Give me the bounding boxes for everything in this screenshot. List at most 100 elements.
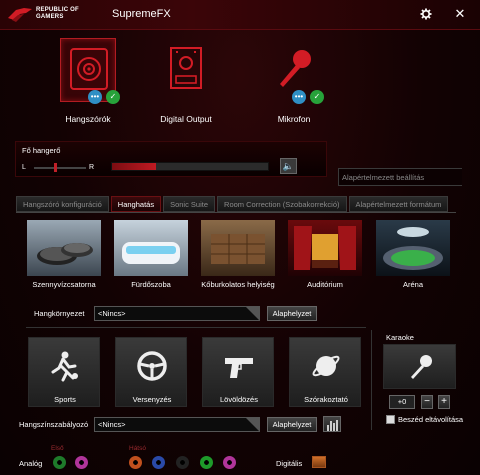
karaoke-value[interactable]: +0 <box>389 395 415 409</box>
divider <box>26 327 366 328</box>
default-device-label: Alapértelmezett beállítás <box>342 173 425 182</box>
env-label: Auditórium <box>307 280 343 289</box>
env-arena[interactable]: Aréna <box>376 220 450 292</box>
auditorium-icon <box>288 220 362 276</box>
chevron-down-icon <box>245 306 260 321</box>
equalizer-icon <box>327 420 338 431</box>
master-volume-panel: Fő hangerő L R 🔈 <box>15 141 327 177</box>
back-jacks-label: Hátsó <box>129 445 146 452</box>
microphone-icon <box>411 355 432 379</box>
jack-back-4[interactable] <box>200 456 213 469</box>
digital-jack-icon[interactable] <box>312 456 326 468</box>
jack-front-1[interactable] <box>53 456 66 469</box>
bathtub-icon <box>114 220 188 276</box>
brand-line-1: REPUBLIC OF <box>36 7 79 13</box>
eq-label: Lövöldözés <box>220 395 258 404</box>
tab-default-format[interactable]: Alapértelmezett formátum <box>348 196 449 212</box>
sports-icon <box>51 351 78 382</box>
karaoke-title: Karaoke <box>386 333 414 342</box>
env-bathroom[interactable]: Fürdőszoba <box>114 220 188 292</box>
mute-button[interactable]: 🔈 <box>280 158 297 174</box>
environment-value: <Nincs> <box>98 309 126 318</box>
eq-sports[interactable]: Sports <box>28 337 100 407</box>
chat-icon: ••• <box>292 90 306 104</box>
analog-label: Analóg <box>19 459 43 468</box>
karaoke-button[interactable] <box>383 344 456 389</box>
device-speakers[interactable]: ••• ✓ Hangszórók <box>38 38 138 126</box>
jack-back-1[interactable] <box>129 456 142 469</box>
brand-text: REPUBLIC OF GAMERS <box>36 7 79 21</box>
check-icon: ✓ <box>310 90 324 104</box>
pistol-icon <box>225 358 253 378</box>
volume-slider[interactable] <box>111 162 269 171</box>
device-label: Mikrofon <box>277 114 311 124</box>
karaoke-minus-button[interactable]: − <box>421 395 433 409</box>
device-digital-frame <box>158 38 214 102</box>
equalizer-dropdown[interactable]: <Nincs> <box>94 417 260 432</box>
device-microphone[interactable]: ••• ✓ Mikrofon <box>244 38 344 126</box>
title-bar: REPUBLIC OF GAMERS SupremeFX ✕ <box>0 0 480 30</box>
env-label: Szennyvízcsatorna <box>32 280 96 289</box>
environment-reset-button[interactable]: Alaphelyzet <box>267 306 317 321</box>
device-digital-output[interactable]: Digital Output <box>136 38 236 126</box>
eq-racing[interactable]: Versenyzés <box>115 337 187 407</box>
env-label: Aréna <box>402 280 423 289</box>
steering-wheel-icon <box>137 351 167 381</box>
default-device-field[interactable]: Alapértelmezett beállítás <box>338 168 462 186</box>
eq-label: Szórakoztató <box>304 395 348 404</box>
arena-icon <box>376 220 450 276</box>
chat-icon: ••• <box>88 90 102 104</box>
app-title: SupremeFX <box>112 8 171 20</box>
eq-shooter[interactable]: Lövöldözés <box>202 337 274 407</box>
balance-right-label: R <box>89 164 95 171</box>
jack-back-3[interactable] <box>176 456 189 469</box>
balance-left-label: L <box>22 164 26 171</box>
volume-title: Fő hangerő <box>22 146 61 155</box>
tab-sonic-suite[interactable]: Sonic Suite <box>163 196 216 212</box>
gear-icon <box>420 8 432 20</box>
jack-back-2[interactable] <box>152 456 165 469</box>
close-button[interactable]: ✕ <box>452 6 468 22</box>
volume-fill <box>112 163 156 170</box>
jack-front-2[interactable] <box>75 456 88 469</box>
chevron-down-icon <box>245 417 260 432</box>
karaoke-plus-button[interactable]: + <box>438 395 450 409</box>
brand-line-2: GAMERS <box>36 14 64 20</box>
device-label: Hangszórók <box>65 114 111 124</box>
microphone-icon <box>280 50 311 87</box>
equalizer-settings-button[interactable] <box>323 416 341 432</box>
environment-dropdown[interactable]: <Nincs> <box>94 306 260 321</box>
equalizer-reset-button[interactable]: Alaphelyzet <box>267 417 317 432</box>
tab-speaker-config[interactable]: Hangszóró konfiguráció <box>16 196 109 212</box>
settings-button[interactable] <box>418 6 434 22</box>
digital-label: Digitális <box>276 459 303 468</box>
eq-label: Sports <box>54 395 76 404</box>
env-sewer[interactable]: Szennyvízcsatorna <box>27 220 101 292</box>
env-stone-room[interactable]: Kőburkolatos helyiség <box>201 220 275 292</box>
stone-room-icon <box>201 220 275 276</box>
front-jacks-label: Első <box>51 445 64 452</box>
equalizer-value: <Nincs> <box>98 420 126 429</box>
divider-vertical <box>371 330 372 430</box>
balance-slider-thumb[interactable] <box>54 163 57 172</box>
device-label: Digital Output <box>160 114 212 124</box>
sewer-icon <box>27 220 101 276</box>
voice-removal-label: Beszéd eltávolítása <box>398 415 464 424</box>
env-label: Kőburkolatos helyiség <box>201 280 275 289</box>
planet-icon <box>312 355 340 377</box>
voice-removal-checkbox[interactable] <box>386 415 395 424</box>
equalizer-label: Hangszínszabályozó <box>19 420 89 429</box>
env-auditorium[interactable]: Auditórium <box>288 220 362 292</box>
speaker-icon: 🔈 <box>282 161 295 171</box>
jack-back-5[interactable] <box>223 456 236 469</box>
tab-bar: Hangszóró konfiguráció Hanghatás Sonic S… <box>16 196 449 212</box>
tab-room-correction[interactable]: Room Correction (Szobakorrekció) <box>217 196 347 212</box>
eq-label: Versenyzés <box>132 395 172 404</box>
eq-entertainment[interactable]: Szórakoztató <box>289 337 361 407</box>
environment-label: Hangkörnyezet <box>34 309 85 318</box>
digital-output-icon <box>170 47 202 89</box>
close-icon: ✕ <box>454 6 466 21</box>
env-label: Fürdőszoba <box>131 280 171 289</box>
tab-sound-effects[interactable]: Hanghatás <box>110 196 162 212</box>
balance-slider[interactable] <box>34 167 86 169</box>
